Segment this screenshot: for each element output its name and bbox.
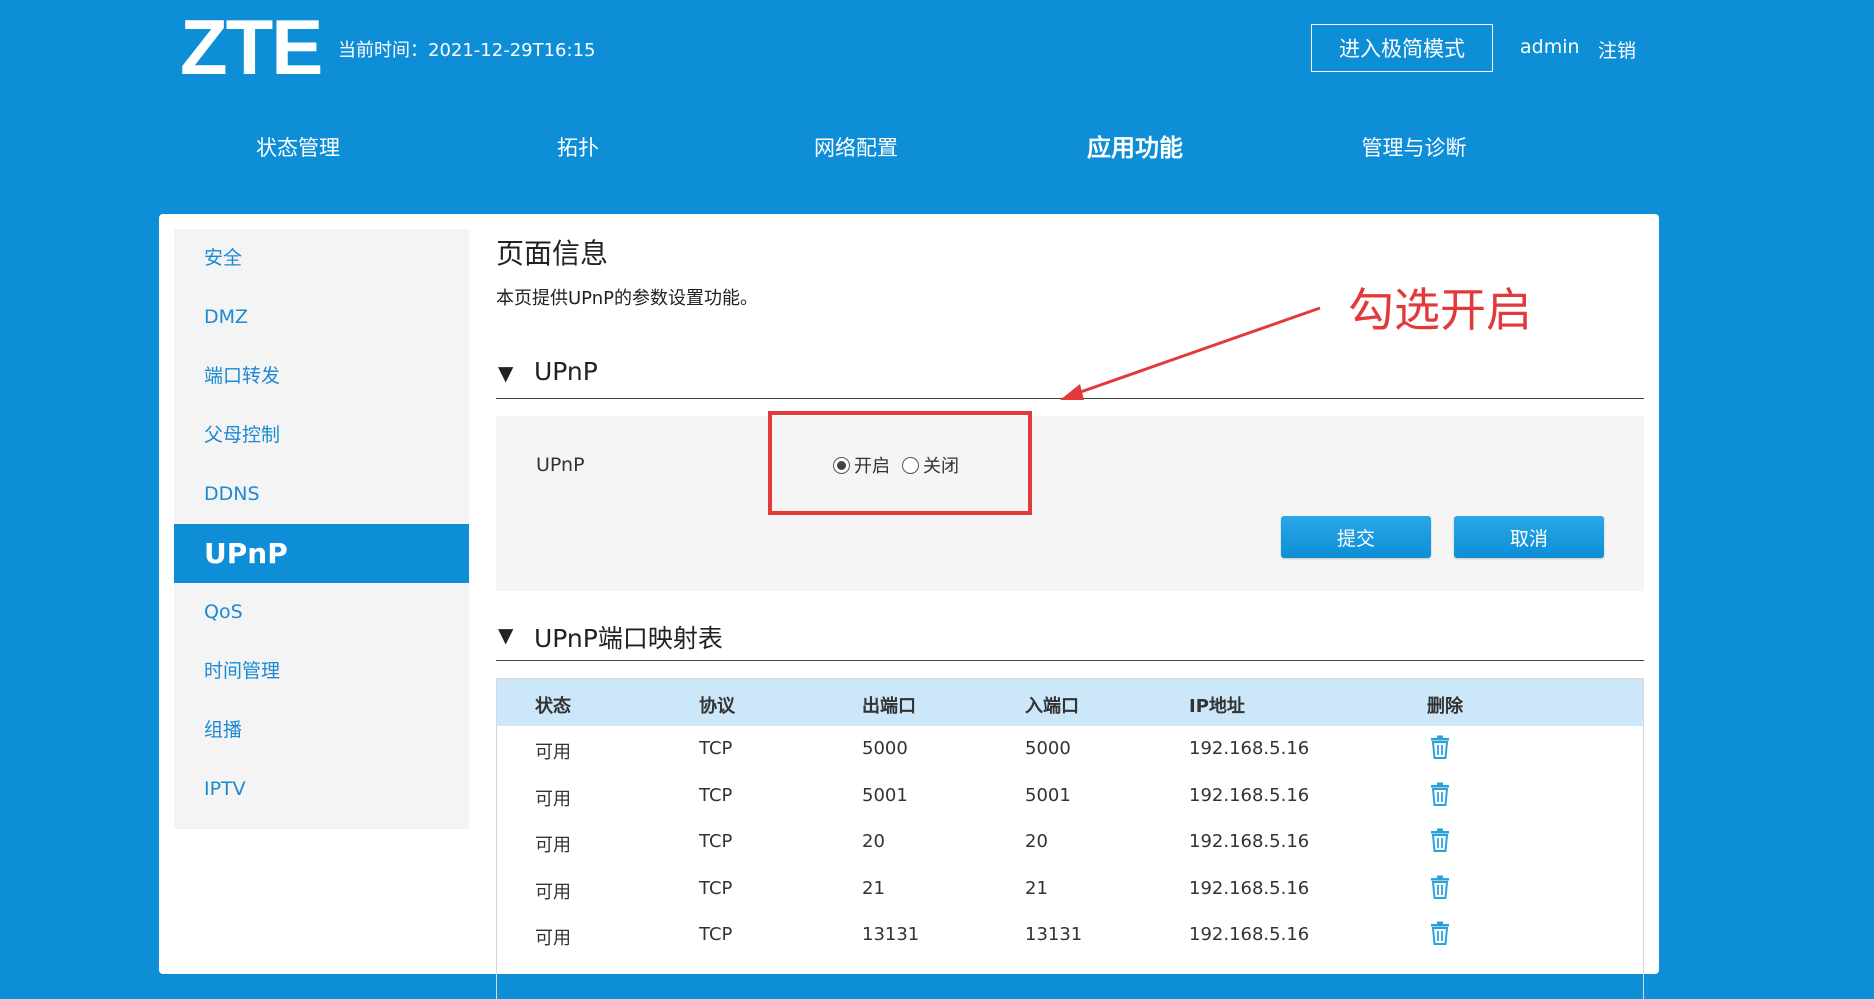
cell-ip: 192.168.5.16: [1189, 877, 1310, 899]
upnp-config-box: UPnP 开启 关闭 提交 取消: [496, 411, 1644, 591]
sidebar: 安全 DMZ 端口转发 父母控制 DDNS UPnP QoS 时间管理 组播 I…: [174, 229, 469, 829]
sidebar-item-ddns[interactable]: DDNS: [174, 465, 469, 524]
nav-management-diagnosis[interactable]: 管理与诊断: [1314, 128, 1514, 168]
upnp-enable-radio[interactable]: [833, 456, 850, 474]
username: admin: [1520, 36, 1580, 58]
table-row: 可用 TCP 5001 5001 192.168.5.16: [497, 773, 1643, 820]
nav-network-config[interactable]: 网络配置: [756, 128, 956, 168]
table-header: 状态 协议 出端口 入端口 IP地址 删除: [497, 679, 1643, 726]
upnp-field-label: UPnP: [536, 454, 585, 476]
nav-topology[interactable]: 拓扑: [478, 128, 678, 168]
sidebar-item-qos[interactable]: QoS: [174, 583, 469, 642]
table-row: 可用 TCP 21 21 192.168.5.16: [497, 866, 1643, 913]
port-mapping-table: 状态 协议 出端口 入端口 IP地址 删除 可用 TCP 5000 5000 192.1…: [496, 678, 1644, 999]
triangle-down-icon: ▼: [498, 623, 514, 647]
upnp-enable-label[interactable]: 开启: [854, 452, 890, 478]
cell-status: 可用: [535, 881, 571, 903]
submit-button[interactable]: 提交: [1281, 516, 1431, 558]
mapping-section-header[interactable]: ▼ UPnP端口映射表: [496, 614, 1644, 661]
cell-in-port: 20: [1025, 831, 1048, 852]
cell-protocol: TCP: [699, 831, 733, 852]
table-row: 可用 TCP 5000 5000 192.168.5.16: [497, 726, 1643, 773]
cell-in-port: 13131: [1025, 924, 1083, 945]
cancel-button[interactable]: 取消: [1454, 516, 1604, 558]
trash-icon[interactable]: [1429, 828, 1451, 856]
cell-protocol: TCP: [699, 738, 733, 759]
cell-protocol: TCP: [699, 784, 733, 806]
upnp-disable-label[interactable]: 关闭: [923, 452, 959, 478]
cell-out-port: 20: [862, 831, 885, 852]
cell-status: 可用: [535, 835, 571, 856]
col-delete: 删除: [1427, 696, 1463, 717]
upnp-disable-radio[interactable]: [902, 456, 919, 474]
upnp-section-title: UPnP: [534, 357, 598, 386]
sidebar-item-dmz[interactable]: DMZ: [174, 288, 469, 347]
zte-logo: ZTE: [180, 3, 323, 91]
cell-in-port: 5001: [1025, 784, 1071, 806]
cell-ip: 192.168.5.16: [1189, 738, 1310, 759]
cell-ip: 192.168.5.16: [1189, 924, 1310, 945]
mapping-section-title: UPnP端口映射表: [534, 624, 723, 653]
col-ip: IP地址: [1189, 696, 1245, 717]
main-nav: 状态管理 拓扑 网络配置 应用功能 管理与诊断: [0, 128, 1874, 168]
annotation-text: 勾选开启: [1348, 283, 1532, 337]
sidebar-item-parental-control[interactable]: 父母控制: [174, 406, 469, 465]
sidebar-item-time-management[interactable]: 时间管理: [174, 642, 469, 701]
cell-status: 可用: [535, 788, 571, 810]
trash-icon[interactable]: [1429, 875, 1451, 903]
current-time: 当前时间：2021-12-29T16:15: [338, 40, 596, 61]
cell-protocol: TCP: [699, 877, 733, 899]
sidebar-item-port-forwarding[interactable]: 端口转发: [174, 347, 469, 406]
annotation-arrow: [1060, 306, 1321, 400]
trash-icon[interactable]: [1429, 735, 1451, 763]
trash-icon[interactable]: [1429, 921, 1451, 949]
logout-link[interactable]: 注销: [1598, 36, 1636, 63]
col-protocol: 协议: [699, 696, 735, 717]
trash-icon[interactable]: [1429, 782, 1451, 810]
nav-status-management[interactable]: 状态管理: [198, 128, 398, 168]
table-row: 可用 TCP 20 20 192.168.5.16: [497, 819, 1643, 866]
cell-status: 可用: [535, 742, 571, 763]
cell-out-port: 21: [862, 877, 885, 899]
cell-ip: 192.168.5.16: [1189, 831, 1310, 852]
col-out-port: 出端口: [862, 696, 916, 717]
cell-in-port: 21: [1025, 877, 1048, 899]
cell-out-port: 5000: [862, 738, 908, 759]
page-title: 页面信息: [496, 237, 609, 270]
cell-status: 可用: [535, 928, 571, 949]
nav-application[interactable]: 应用功能: [1035, 128, 1235, 168]
page-description: 本页提供UPnP的参数设置功能。: [496, 288, 758, 309]
cell-out-port: 13131: [862, 924, 920, 945]
cell-out-port: 5001: [862, 784, 908, 806]
col-status: 状态: [535, 696, 571, 717]
sidebar-item-multicast[interactable]: 组播: [174, 701, 469, 760]
sidebar-item-upnp[interactable]: UPnP: [174, 524, 469, 583]
sidebar-item-iptv[interactable]: IPTV: [174, 760, 469, 819]
table-row: 可用 TCP 13131 13131 192.168.5.16: [497, 912, 1643, 959]
cell-protocol: TCP: [699, 924, 733, 945]
upnp-radio-group: 开启 关闭: [833, 452, 971, 478]
simple-mode-button[interactable]: 进入极简模式: [1311, 24, 1493, 72]
triangle-down-icon: ▼: [498, 361, 514, 385]
col-in-port: 入端口: [1025, 696, 1079, 717]
cell-in-port: 5000: [1025, 738, 1071, 759]
cell-ip: 192.168.5.16: [1189, 784, 1310, 806]
sidebar-item-security[interactable]: 安全: [174, 229, 469, 288]
